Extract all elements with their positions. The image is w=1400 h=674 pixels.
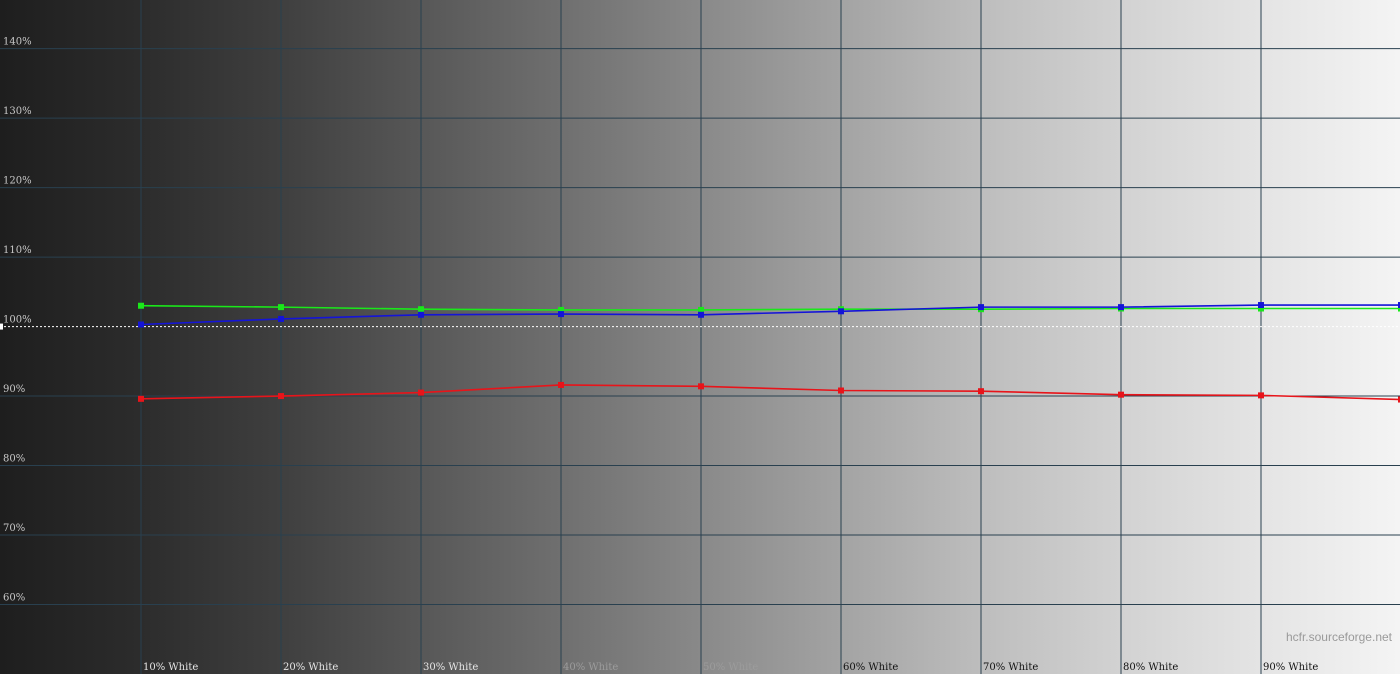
data-point-blue	[978, 304, 984, 311]
data-point-red	[138, 395, 144, 402]
y-tick-label: 140%	[3, 37, 32, 48]
watermark: hcfr.sourceforge.net	[1285, 630, 1392, 644]
data-point-red	[698, 383, 704, 390]
y-tick-label: 120%	[3, 176, 32, 187]
rgb-balance-chart: 60% 70% 80% 90% 100% 110% 120% 130% 140% 10% Whi…	[0, 0, 1400, 674]
data-point-red	[1258, 392, 1264, 399]
y-tick-label: 130%	[3, 106, 32, 117]
data-point-blue	[1118, 304, 1124, 311]
x-tick-label: 90% White	[1263, 662, 1318, 673]
gradient-background	[0, 0, 1400, 674]
chart-canvas: 60% 70% 80% 90% 100% 110% 120% 130% 140% 10% Whi…	[0, 0, 1400, 674]
data-point-red	[838, 387, 844, 394]
x-tick-label: 70% White	[983, 662, 1038, 673]
y-tick-label: 90%	[3, 384, 25, 395]
y-tick-label: 60%	[3, 593, 25, 604]
y-tick-label: 70%	[3, 523, 25, 534]
data-point-blue	[1258, 302, 1264, 309]
data-point-red	[418, 389, 424, 396]
data-point-red	[978, 388, 984, 395]
data-point-blue	[558, 311, 564, 318]
x-tick-label: 20% White	[283, 662, 338, 673]
data-point-red	[1118, 391, 1124, 398]
y-tick-label: 110%	[3, 245, 32, 256]
data-point-red	[278, 393, 284, 400]
x-tick-label: 40% White	[563, 662, 618, 673]
data-point-blue	[838, 308, 844, 315]
y-tick-label: 100%	[3, 315, 32, 326]
data-point-red	[558, 381, 564, 388]
x-tick-label: 80% White	[1123, 662, 1178, 673]
data-point-green	[138, 302, 144, 309]
x-tick-label: 60% White	[843, 662, 898, 673]
data-point-green	[418, 306, 424, 313]
x-tick-label: 50% White	[703, 662, 758, 673]
data-point-blue	[418, 311, 424, 318]
data-point-green	[278, 304, 284, 311]
data-point-blue	[698, 311, 704, 318]
data-point-blue	[278, 315, 284, 322]
x-tick-label: 30% White	[423, 662, 478, 673]
x-axis-ticks: 10% White 20% White 30% White 40% White 50% …	[143, 662, 1318, 673]
y-tick-label: 80%	[3, 454, 25, 465]
x-tick-label: 10% White	[143, 662, 198, 673]
data-point-blue	[138, 321, 144, 328]
